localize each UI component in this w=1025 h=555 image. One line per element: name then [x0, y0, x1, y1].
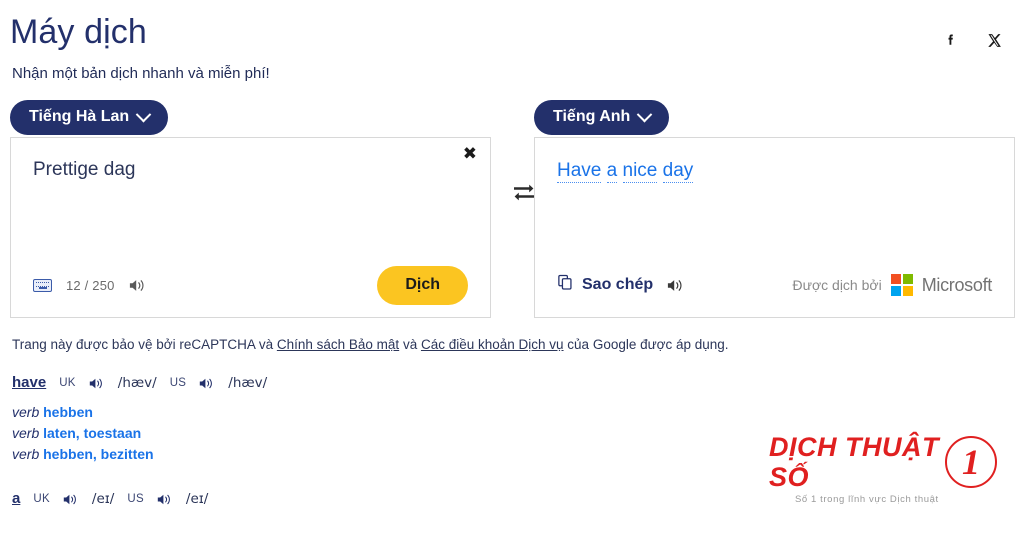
recaptcha-notice: Trang này được bảo vệ bởi reCAPTCHA và C… [10, 336, 1015, 354]
site-logo-tagline: Số 1 trong lĩnh vực Dịch thuật [795, 494, 939, 505]
keyboard-icon[interactable] [33, 278, 52, 292]
recaptcha-text-part2: và [399, 337, 421, 352]
speaker-icon-target[interactable] [667, 278, 685, 293]
us-ipa: /hæv/ [228, 375, 268, 391]
target-panel-footer: Sao chép Được dịch bởi Microsoft [557, 259, 992, 317]
source-panel: ✖ Prettige dag 12 / 250 Dịch [10, 137, 491, 318]
recaptcha-text-part1: Trang này được bảo vệ bởi reCAPTCHA và [12, 337, 277, 352]
page-title: Máy dịch [10, 13, 147, 51]
speaker-icon-source[interactable] [129, 278, 147, 293]
site-logo-row: DỊCH THUẬT SỐ 1 [769, 432, 997, 492]
speaker-icon-uk[interactable] [63, 493, 79, 506]
source-language-label: Tiếng Hà Lan [29, 108, 130, 125]
target-language-selector[interactable]: Tiếng Anh [534, 100, 670, 135]
copy-button[interactable]: Sao chép [557, 274, 653, 296]
uk-ipa: /hæv/ [117, 375, 157, 391]
part-of-speech: verb [12, 446, 40, 462]
uk-label: UK [59, 377, 76, 389]
translate-button[interactable]: Dịch [377, 265, 468, 305]
part-of-speech: verb [12, 404, 40, 420]
dictionary-word[interactable]: a [12, 490, 20, 508]
character-counter: 12 / 250 [66, 277, 115, 293]
source-panel-footer: 12 / 250 Dịch [33, 259, 468, 317]
dictionary-sense: verb hebben [12, 402, 1015, 422]
translator-widget: Tiếng Hà Lan ✖ Prettige dag 12 / 250 Dịc… [10, 100, 1015, 318]
target-language-label: Tiếng Anh [553, 108, 631, 125]
clear-text-icon[interactable]: ✖ [463, 146, 477, 163]
dictionary-entry-header: have UK /hæv/ US /hæv/ [12, 374, 1015, 392]
copy-label: Sao chép [582, 276, 654, 293]
translated-word[interactable]: Have [557, 160, 602, 183]
dictionary-word[interactable]: have [12, 374, 46, 392]
swap-arrows-icon [514, 184, 534, 201]
translated-word[interactable]: day [662, 160, 694, 183]
microsoft-logo-icon [890, 274, 913, 296]
uk-label: UK [33, 493, 50, 505]
us-label: US [127, 493, 144, 505]
credit-text: Được dịch bởi [792, 277, 882, 293]
us-ipa: /eɪ/ [185, 491, 209, 507]
target-side: Tiếng Anh Have a nice day Sao chép Được … [534, 100, 1015, 318]
translated-text: Have a nice day [557, 158, 992, 184]
sense-gloss[interactable]: hebben, bezitten [43, 446, 153, 462]
sense-gloss[interactable]: laten, toestaan [43, 425, 141, 441]
source-text: Prettige dag [33, 159, 136, 180]
uk-ipa: /eɪ/ [91, 491, 115, 507]
speaker-icon-us[interactable] [199, 377, 215, 390]
speaker-icon-uk[interactable] [89, 377, 105, 390]
site-logo[interactable]: DỊCH THUẬT SỐ 1 Số 1 trong lĩnh vực Dịch… [769, 432, 997, 505]
credit-brand: Microsoft [921, 274, 993, 295]
part-of-speech: verb [12, 425, 40, 441]
source-side: Tiếng Hà Lan ✖ Prettige dag 12 / 250 Dịc… [10, 100, 491, 318]
page-subtitle: Nhận một bản dịch nhanh và miễn phí! [12, 65, 270, 82]
copy-icon [557, 274, 574, 296]
source-textarea[interactable]: Prettige dag [33, 158, 468, 259]
target-panel: Have a nice day Sao chép Được dịch bởi M… [534, 137, 1015, 318]
translation-credit: Được dịch bởi Microsoft [792, 274, 992, 296]
source-language-selector[interactable]: Tiếng Hà Lan [10, 100, 169, 135]
speaker-icon-us[interactable] [157, 493, 173, 506]
page-header: Máy dịch [10, 0, 1015, 52]
translated-word[interactable]: a [606, 160, 618, 183]
sense-gloss[interactable]: hebben [43, 404, 93, 420]
chevron-down-icon [637, 106, 653, 122]
x-twitter-icon[interactable] [984, 30, 1004, 50]
translator-page: Máy dịch Nhận một bản dịch nhanh và miễn… [0, 0, 1025, 555]
site-logo-name: DỊCH THUẬT SỐ [769, 432, 939, 492]
site-logo-number: 1 [962, 442, 980, 482]
social-links [940, 12, 1015, 50]
site-logo-mark: 1 [945, 436, 997, 488]
us-label: US [169, 377, 187, 389]
translated-word[interactable]: nice [622, 160, 658, 183]
chevron-down-icon [135, 106, 152, 122]
privacy-policy-link[interactable]: Chính sách Bảo mật [277, 337, 399, 352]
recaptcha-text-part3: của Google được áp dụng. [563, 337, 729, 352]
facebook-icon[interactable] [940, 30, 960, 50]
terms-of-service-link[interactable]: Các điều khoản Dịch vụ [421, 337, 564, 352]
target-output: Have a nice day [557, 158, 992, 259]
